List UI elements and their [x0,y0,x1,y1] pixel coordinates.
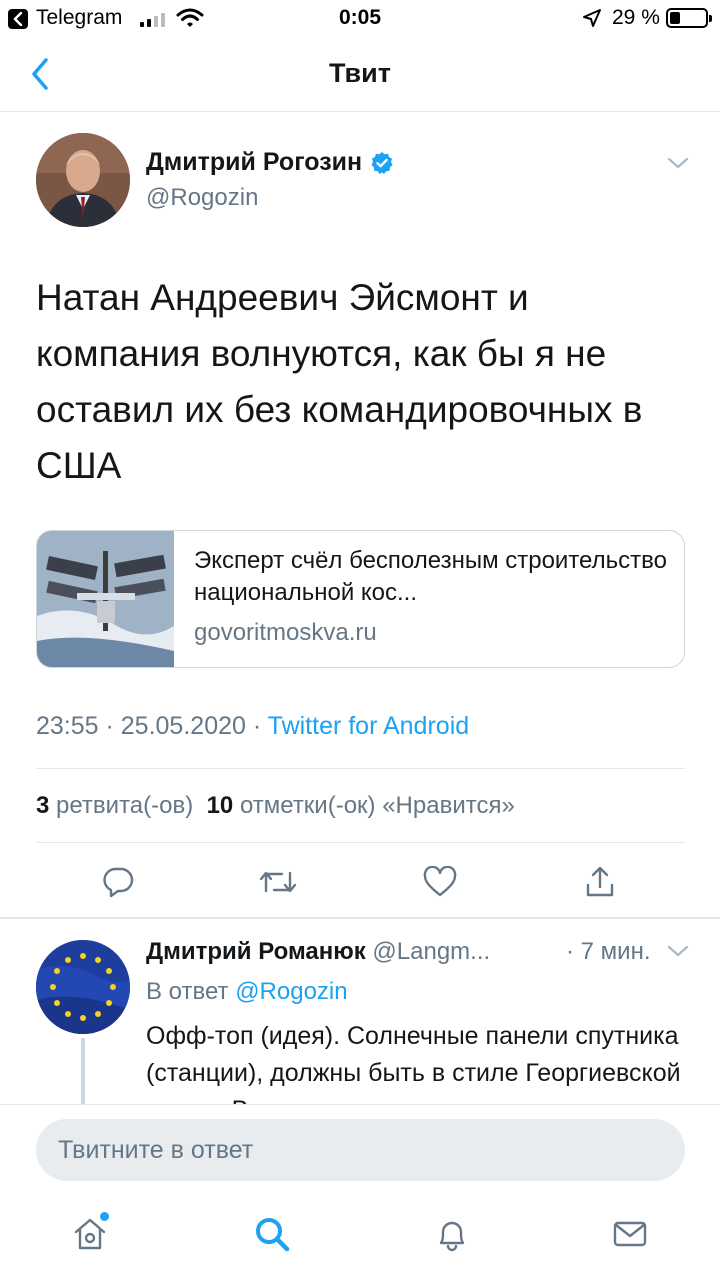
card-domain: govoritmoskva.ru [194,619,377,646]
page-title: Твит [329,58,391,88]
messages-icon[interactable] [608,1212,652,1256]
reply-author-name[interactable]: Дмитрий Романюк [146,938,366,965]
author-handle[interactable]: @Rogozin [146,184,258,212]
link-card[interactable]: Эксперт счёл бесполезным строительство н… [36,530,685,668]
retweet-count[interactable]: 3 [36,792,49,819]
section-divider [0,917,720,919]
share-icon[interactable] [578,860,622,904]
reply-icon[interactable] [96,860,140,904]
card-thumbnail [37,531,174,667]
tweet-source-link[interactable]: Twitter for Android [268,712,469,740]
reply-time: · 7 мин. [566,938,651,965]
location-arrow-icon [583,9,601,27]
reply-to-mention[interactable]: @Rogozin [235,978,347,1005]
tweet-text: Натан Андреевич Эйсмонт и компания волну… [36,277,643,486]
reply-to-prefix: В ответ [146,978,236,1005]
tweet-actions [0,860,720,904]
chevron-down-icon[interactable] [666,155,690,171]
retweet-icon[interactable] [256,860,300,904]
author-name[interactable]: Дмитрий Рогозин [146,148,394,177]
new-content-dot [100,1212,109,1221]
tab-bar [0,1194,720,1280]
retweet-label[interactable]: ретвита(-ов) [56,792,193,819]
tweet-stats: 3 ретвита(-ов) 10 отметки(-ок) «Нравится… [36,792,515,820]
search-icon[interactable] [250,1212,294,1256]
notifications-icon[interactable] [430,1212,474,1256]
author-name-text[interactable]: Дмитрий Рогозин [146,148,362,177]
battery-icon [666,8,712,28]
status-bar: Telegram 0:05 29 % [0,0,720,38]
reply-text: Офф-топ (идея). Солнечные панели спутник… [146,1022,681,1106]
like-count[interactable]: 10 [207,792,234,819]
tweet-meta: 23:55 · 25.05.2020 · Twitter for Android [36,712,469,741]
card-title: Эксперт счёл бесполезным строительство н… [194,547,667,606]
author-avatar[interactable] [36,133,130,227]
reply-header[interactable]: Дмитрий Романюк @Langm... [146,938,490,966]
like-label[interactable]: отметки(-ок) «Нравится» [240,792,515,819]
reply-to: В ответ @Rogozin [146,978,348,1006]
nav-bar: Твит [0,38,720,112]
thread-line [81,1038,85,1106]
reply-author-avatar[interactable] [36,940,130,1034]
reply-author-handle[interactable]: @Langm... [372,938,490,965]
chevron-down-icon[interactable] [666,943,690,959]
tweet-timestamp: 23:55 · 25.05.2020 · [36,712,268,740]
battery-percent: 29 % [612,6,660,29]
reply-compose-input[interactable] [36,1119,685,1181]
like-icon[interactable] [418,860,462,904]
verified-badge-icon [371,151,393,174]
divider [36,842,685,843]
battery-level [670,12,680,24]
divider [36,768,685,769]
